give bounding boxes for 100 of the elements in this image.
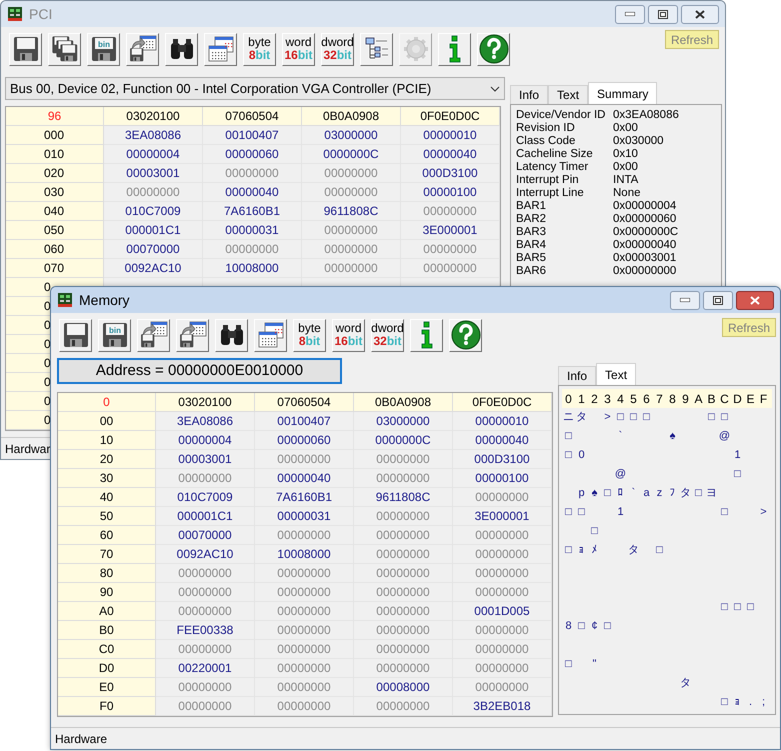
address-field[interactable]: Address = 00000000E0010000	[57, 358, 342, 384]
text-char: □	[733, 467, 742, 482]
column-header: 9	[681, 390, 690, 408]
column-header: 2	[590, 390, 599, 408]
column-header: 07060504	[255, 393, 354, 412]
table-cell: 00000060	[255, 431, 354, 450]
find-button[interactable]	[215, 318, 248, 352]
info-button[interactable]	[438, 32, 471, 66]
tab[interactable]: Summary	[588, 82, 658, 104]
text-char: ニ	[562, 410, 575, 426]
text-char: □	[720, 410, 729, 426]
table-cell: 00000000	[453, 678, 552, 697]
table-cell: 00000000	[453, 545, 552, 564]
table-cell: 00220001	[156, 659, 255, 678]
table-cell: 00100407	[255, 412, 354, 431]
text-char: 8	[564, 619, 573, 634]
table-cell: 00000000	[354, 659, 453, 678]
column-header: 1	[577, 390, 586, 408]
text-char: □	[577, 619, 586, 634]
table-cell: 00000000	[354, 507, 453, 526]
minimize-button[interactable]	[670, 290, 700, 310]
table-cell: 000001C1	[104, 221, 203, 240]
table-cell: 9611808C	[354, 488, 453, 507]
table-cell: 0092AC10	[156, 545, 255, 564]
text-char: □	[707, 410, 716, 426]
table-cell: 7A6160B1	[255, 488, 354, 507]
export-button[interactable]	[126, 32, 159, 66]
summary-label: BAR4	[516, 239, 548, 252]
table-cell: 3EA08086	[156, 412, 255, 431]
export-button[interactable]	[176, 318, 209, 352]
table-cell: 7A6160B1	[203, 202, 302, 221]
help-button[interactable]	[477, 32, 510, 66]
row-address: 10	[58, 431, 156, 450]
row-address: B0	[58, 621, 156, 640]
column-header: A	[693, 390, 704, 408]
data-width-button[interactable]: byte 8bit	[293, 318, 326, 352]
tab[interactable]: Text	[548, 85, 588, 104]
row-address: A0	[58, 602, 156, 621]
tab[interactable]: Text	[596, 363, 636, 385]
chevron-down-icon	[490, 86, 500, 92]
data-width-button[interactable]: word 16bit	[282, 32, 315, 66]
export-button[interactable]	[137, 318, 170, 352]
summary-value: 0x3EA08086	[613, 109, 679, 122]
table-cell: 00000010	[401, 126, 500, 145]
table-cell: 0092AC10	[104, 259, 203, 278]
windows-button[interactable]	[204, 32, 237, 66]
summary-value: 0x00000060	[613, 213, 676, 226]
column-header: 0B0A0908	[354, 393, 453, 412]
close-button[interactable]	[681, 4, 719, 24]
info-button[interactable]	[410, 318, 443, 352]
column-header: 0	[564, 390, 573, 408]
windows-button[interactable]	[254, 318, 287, 352]
tab[interactable]: Info	[558, 366, 596, 385]
table-cell: 0001D005	[453, 602, 552, 621]
summary-label: Class Code	[516, 135, 576, 148]
help-icon	[478, 34, 508, 64]
text-char: ♠	[590, 486, 598, 502]
table-cell: 00000000	[401, 259, 500, 278]
table-cell: 00000000	[255, 659, 354, 678]
device-dropdown[interactable]: Bus 00, Device 02, Function 00 - Intel Corporation VGA Controller (PCIE)	[5, 77, 505, 100]
find-button[interactable]	[165, 32, 198, 66]
text-char: タ	[679, 486, 692, 502]
table-cell: 00000000	[302, 221, 401, 240]
table-cell: 00003001	[104, 164, 203, 183]
table-cell: 00000000	[255, 526, 354, 545]
save-all-button[interactable]	[48, 32, 81, 66]
table-cell: 00000000	[354, 526, 453, 545]
table-cell: 00000000	[453, 564, 552, 583]
column-header: C	[719, 390, 730, 408]
tab[interactable]: Info	[510, 85, 548, 104]
data-width-button[interactable]: word 16bit	[332, 318, 365, 352]
summary-value: 0x0000000C	[613, 226, 678, 239]
data-width-button[interactable]: dword 32bit	[371, 318, 404, 352]
text-char: >	[603, 410, 612, 426]
table-cell: 00000000	[255, 450, 354, 469]
save-button[interactable]	[59, 318, 92, 352]
text-char: □	[564, 505, 573, 520]
table-cell: 00000000	[255, 602, 354, 621]
maximize-button[interactable]	[648, 4, 678, 24]
table-cell: 00000000	[354, 602, 453, 621]
table-cell: 9611808C	[302, 202, 401, 221]
data-width-button[interactable]: byte 8bit	[243, 32, 276, 66]
minimize-button[interactable]	[615, 4, 645, 24]
table-cell: 000001C1	[156, 507, 255, 526]
table-cell: 00000031	[255, 507, 354, 526]
row-address: 020	[6, 164, 104, 183]
close-button[interactable]	[736, 290, 774, 310]
text-char: ヨ	[705, 486, 718, 502]
close-icon	[695, 10, 705, 18]
row-address: 040	[6, 202, 104, 221]
table-cell: 10008000	[255, 545, 354, 564]
summary-label: BAR5	[516, 252, 548, 265]
table-cell: 00008000	[354, 678, 453, 697]
maximize-button[interactable]	[703, 290, 733, 310]
tree-button[interactable]	[360, 32, 393, 66]
data-width-button[interactable]: dword 32bit	[321, 32, 354, 66]
save-button[interactable]	[9, 32, 42, 66]
table-cell: 00000000	[302, 240, 401, 259]
help-button[interactable]	[449, 318, 482, 352]
text-char: ﾌ	[668, 486, 676, 502]
